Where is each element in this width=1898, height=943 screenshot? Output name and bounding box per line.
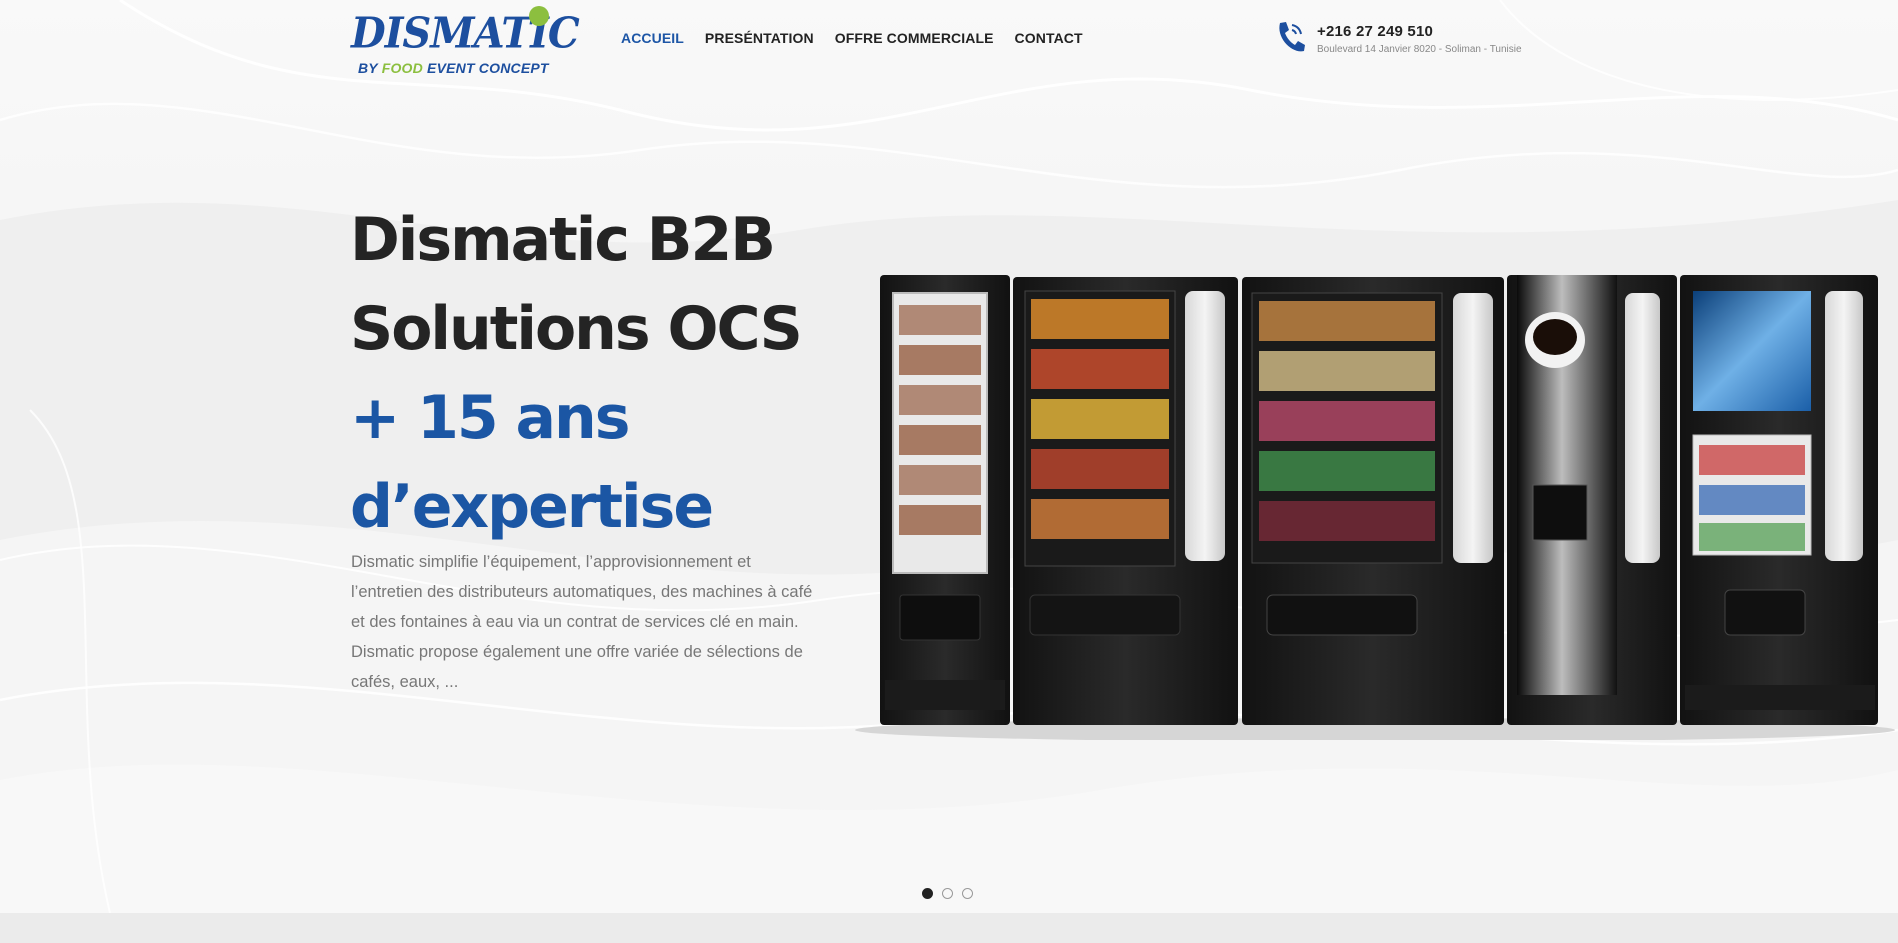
address-text: Boulevard 14 Janvier 8020 - Soliman - Tu… [1317,44,1522,55]
nav-item-presentation[interactable]: PRESÉNTATION [705,30,814,46]
main-nav: ACCUEIL PRESÉNTATION OFFRE COMMERCIALE C… [621,30,1083,46]
logo-tagline: BY FOOD EVENT CONCEPT [358,60,549,76]
hero-description: Dismatic simplifie l’équipement, l’appro… [351,553,813,691]
slider-dot-3[interactable] [962,888,973,899]
logo-tagline-food: FOOD [381,60,423,76]
headline-line-2: Solutions OCS [350,294,803,364]
logo-dot [529,6,549,26]
phone-number[interactable]: +216 27 249 510 [1317,23,1433,40]
slider-dot-1[interactable] [922,888,933,899]
vending-machines-image [855,275,1895,740]
headline-highlight-1: + 15 ans [350,383,630,453]
headline-line-1: Dismatic B2B [350,205,776,275]
slider-dot-2[interactable] [942,888,953,899]
hero-section: DISMATIC BY FOOD EVENT CONCEPT ACCUEIL P… [0,0,1898,913]
brand-logo[interactable]: DISMATIC BY FOOD EVENT CONCEPT [351,6,580,78]
hero-headline: Dismatic B2B Solutions OCS + 15 ans d’ex… [350,196,850,552]
phone-icon [1279,22,1305,52]
headline-highlight-2: d’expertise [350,472,714,542]
slider-dots [922,888,973,899]
nav-item-accueil[interactable]: ACCUEIL [621,30,684,46]
logo-tagline-rest: EVENT CONCEPT [427,60,549,76]
bottom-band [0,913,1898,943]
logo-tagline-by: BY [358,60,378,76]
nav-item-contact[interactable]: CONTACT [1015,30,1083,46]
nav-item-offre-commerciale[interactable]: OFFRE COMMERCIALE [835,30,994,46]
